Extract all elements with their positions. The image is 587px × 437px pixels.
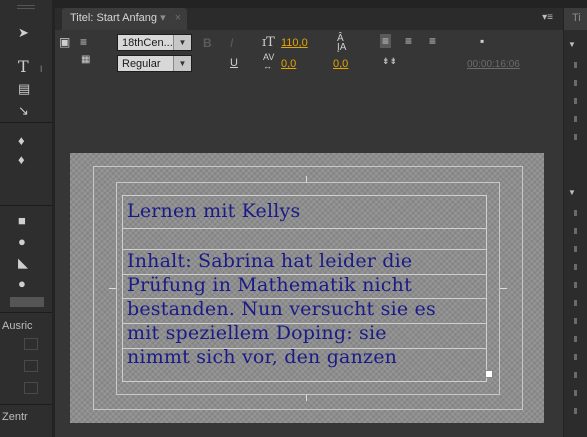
vertical-type-tool-icon[interactable]: ǀ — [40, 62, 42, 76]
property-row — [574, 408, 577, 414]
divider — [122, 381, 487, 382]
area-type-tool-icon[interactable]: ▤ — [18, 82, 30, 96]
title-line[interactable]: Lernen mit Kellys — [127, 200, 300, 222]
property-row — [574, 282, 577, 288]
kerning-icon: AV ↔ — [263, 52, 275, 71]
title-line[interactable]: bestanden. Nun versucht sie es — [127, 298, 436, 320]
center-mark-left — [109, 288, 116, 289]
title-line[interactable]: Inhalt: Sabrina hat leider die — [127, 250, 412, 272]
type-tool-icon[interactable]: T — [18, 59, 29, 75]
chevron-down-icon: ▼ — [173, 35, 191, 50]
font-style-select[interactable]: Regular ▼ — [117, 55, 192, 72]
tab-label: Ti — [572, 12, 581, 24]
title-line[interactable]: mit speziellem Doping: sie — [127, 322, 387, 344]
align-center-icon — [24, 360, 38, 372]
align-left-icon — [24, 338, 38, 350]
panel-grip[interactable] — [17, 5, 35, 11]
add-anchor-tool-icon[interactable]: ♦ — [18, 153, 25, 167]
property-row — [574, 210, 577, 216]
overflow-handle-icon[interactable] — [485, 370, 493, 378]
italic-button[interactable]: I — [230, 36, 233, 50]
property-row — [574, 134, 577, 140]
property-row — [574, 116, 577, 122]
property-row — [574, 372, 577, 378]
tab-title-properties[interactable]: Ti — [564, 8, 587, 30]
bold-button[interactable]: B — [203, 36, 212, 50]
property-row — [574, 62, 577, 68]
font-size-value[interactable]: 110,0 — [281, 37, 308, 49]
tools-panel: ➤ T ǀ ▤ ↘ ♦ ♦ ■ ● ◣ ● Ausric Zentr — [0, 0, 52, 437]
divider — [486, 195, 487, 382]
title-properties-panel: Ti ▼ ▼ — [564, 8, 587, 437]
title-line[interactable]: nimmt sich vor, den ganzen — [127, 346, 397, 368]
property-row — [574, 228, 577, 234]
font-style-value: Regular — [122, 58, 161, 70]
property-row — [574, 354, 577, 360]
close-icon[interactable]: × — [175, 12, 181, 24]
property-row — [574, 318, 577, 324]
kerning-label: AV — [263, 52, 275, 62]
tab-stops-icon[interactable]: ⇟⇟ — [382, 56, 397, 67]
property-row — [574, 300, 577, 306]
title-line[interactable]: Prüfung in Mathematik nicht — [127, 274, 412, 296]
divider — [0, 404, 52, 405]
chevron-down-icon: ▼ — [173, 56, 191, 71]
center-panel-label: Zentr — [2, 411, 28, 423]
divider — [122, 195, 123, 382]
rectangle-tool-icon[interactable]: ■ — [18, 214, 26, 228]
leading-icon: Â ĮA — [337, 33, 347, 53]
property-row — [574, 264, 577, 270]
divider — [0, 122, 52, 123]
underline-button[interactable]: U — [230, 57, 238, 69]
align-right-button[interactable]: ≡ — [429, 34, 436, 48]
background-timecode[interactable]: 00:00:16:06 — [467, 59, 520, 70]
roll-crawl-options-icon[interactable]: ≡ — [80, 35, 87, 49]
panel-tab-bar: Titel: Start Anfang ▾ × ▾≡ — [55, 8, 563, 30]
center-mark-top — [306, 176, 307, 182]
title-properties-bar: ▣ ≡ ▦ 18thCen... ▼ Regular ▼ B I U ɪT 11… — [55, 30, 563, 75]
divider — [0, 312, 52, 313]
center-mark-bottom — [306, 395, 307, 401]
property-row — [574, 80, 577, 86]
align-center-button[interactable]: ≡ — [405, 34, 412, 48]
font-size-icon: ɪT — [262, 35, 275, 50]
divider — [122, 228, 487, 229]
expand-triangle-icon[interactable]: ▼ — [568, 188, 576, 197]
property-row — [574, 246, 577, 252]
leading-value[interactable]: 0,0 — [333, 58, 348, 70]
font-family-value: 18thCen... — [122, 37, 173, 49]
align-panel-label: Ausric — [2, 320, 33, 332]
pen-tool-icon[interactable]: ♦ — [18, 134, 25, 148]
kerning-value[interactable]: 0,0 — [281, 58, 296, 70]
divider — [122, 195, 487, 196]
expand-triangle-icon[interactable]: ▼ — [568, 40, 576, 49]
property-row — [574, 390, 577, 396]
property-row — [574, 98, 577, 104]
texture-swatch-icon[interactable] — [10, 297, 44, 307]
center-mark-right — [500, 288, 507, 289]
panel-menu-icon[interactable]: ▾≡ — [542, 12, 553, 23]
property-row — [574, 336, 577, 342]
rounded-rectangle-tool-icon[interactable]: ● — [18, 235, 26, 249]
align-bottom-icon — [24, 382, 38, 394]
ellipse-tool-icon[interactable]: ● — [18, 277, 26, 291]
selection-tool-icon[interactable]: ➤ — [18, 26, 29, 40]
tab-title-start-anfang[interactable]: Titel: Start Anfang ▾ × — [62, 8, 188, 30]
font-family-select[interactable]: 18thCen... ▼ — [117, 34, 192, 51]
templates-icon[interactable]: ▦ — [81, 54, 90, 65]
show-background-video-icon[interactable]: ▪ — [480, 34, 484, 48]
path-type-tool-icon[interactable]: ↘ — [18, 104, 29, 118]
tab-menu-icon[interactable]: ▾ — [160, 12, 166, 24]
align-left-button[interactable]: ≡ — [380, 34, 392, 48]
tab-label: Titel: Start Anfang — [70, 12, 158, 24]
new-title-icon[interactable]: ▣ — [59, 35, 70, 49]
divider — [0, 205, 52, 206]
wedge-tool-icon[interactable]: ◣ — [18, 256, 28, 270]
